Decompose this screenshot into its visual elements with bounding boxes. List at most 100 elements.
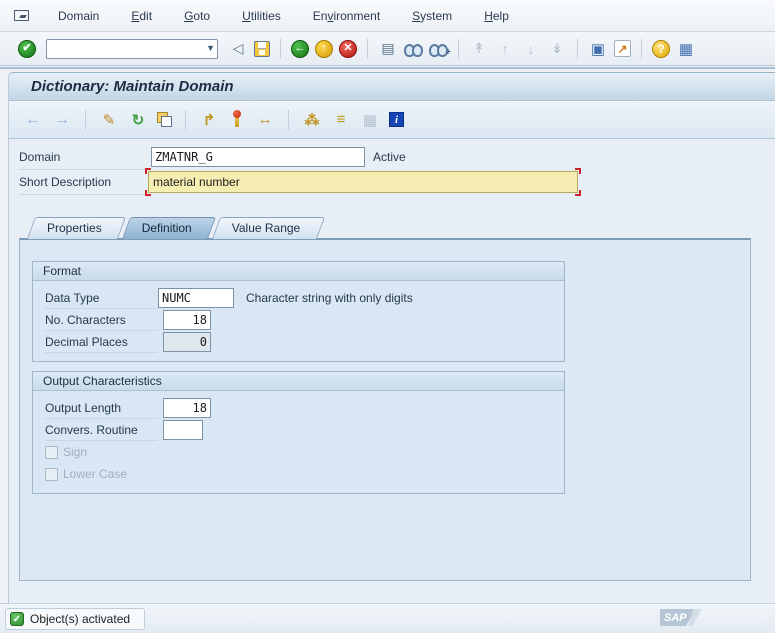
no-characters-row: No. Characters xyxy=(45,309,564,331)
last-page-icon[interactable]: ↡ xyxy=(547,40,567,57)
lower-case-checkbox xyxy=(45,467,58,481)
data-type-description: Character string with only digits xyxy=(246,291,413,305)
documentation-info-icon[interactable]: i xyxy=(389,112,404,127)
table-icon[interactable]: ▦ xyxy=(360,111,380,129)
no-characters-label: No. Characters xyxy=(45,309,158,331)
new-session-icon[interactable]: ▣ xyxy=(588,40,608,58)
menu-environment[interactable]: Environment xyxy=(310,7,383,25)
row-separator xyxy=(19,194,149,195)
back-icon[interactable]: ← xyxy=(291,39,309,58)
output-length-label: Output Length xyxy=(45,397,158,419)
divider-line xyxy=(0,67,775,69)
tab-value-range[interactable]: Value Range xyxy=(216,217,321,239)
toolbar-separator xyxy=(288,109,289,130)
format-group: Format Data Type Character string with o… xyxy=(32,261,565,362)
create-shortcut-icon[interactable]: ↗ xyxy=(614,40,631,57)
lower-case-row: Lower Case xyxy=(45,463,564,485)
success-check-icon: ✓ xyxy=(10,612,24,626)
system-menu-icon[interactable] xyxy=(14,10,29,21)
navigation-icon[interactable]: ↔ xyxy=(255,111,275,128)
short-description-label: Short Description xyxy=(19,175,112,189)
display-change-icon[interactable]: ✎ xyxy=(99,111,119,129)
output-characteristics-header: Output Characteristics xyxy=(33,372,564,391)
next-page-icon[interactable]: ↓ xyxy=(521,41,541,57)
data-type-label: Data Type xyxy=(45,287,158,309)
refresh-icon[interactable]: ↻ xyxy=(128,111,148,129)
where-used-list-icon[interactable]: ↱ xyxy=(199,111,219,129)
selection-corner xyxy=(575,168,581,174)
selection-corner xyxy=(145,168,151,174)
sign-label: Sign xyxy=(63,445,88,459)
decimal-places-row: Decimal Places xyxy=(45,331,564,353)
toolbar-separator xyxy=(280,38,281,59)
customize-layout-icon[interactable]: ▦ xyxy=(676,40,696,58)
hierarchy-display-icon[interactable]: ⁂ xyxy=(302,111,322,129)
runtime-object-icon[interactable]: ≡ xyxy=(331,111,351,128)
copy-icon[interactable] xyxy=(157,112,172,127)
no-characters-field[interactable] xyxy=(163,310,211,330)
help-icon[interactable]: ? xyxy=(652,39,670,58)
enter-icon[interactable]: ✔ xyxy=(18,39,36,58)
short-description-wrapper xyxy=(145,168,581,196)
previous-object-icon[interactable]: ← xyxy=(23,111,43,129)
menu-utilities[interactable]: Utilities xyxy=(239,7,284,25)
convers-routine-row: Convers. Routine xyxy=(45,419,564,441)
format-group-header: Format xyxy=(33,262,564,281)
status-message-text: Object(s) activated xyxy=(30,612,131,626)
tab-strip: Properties Definition Value Range xyxy=(31,217,320,239)
screen-titlebar: Dictionary: Maintain Domain xyxy=(9,73,775,101)
convers-routine-field[interactable] xyxy=(163,420,203,440)
menubar: Domain Edit Goto Utilities Environment S… xyxy=(0,0,775,32)
cancel-icon[interactable]: ✕ xyxy=(339,39,357,58)
status-bar: ✓ Object(s) activated SAP xyxy=(0,603,775,633)
command-input[interactable] xyxy=(46,38,218,59)
output-characteristics-group: Output Characteristics Output Length Con… xyxy=(32,371,565,494)
data-type-field[interactable] xyxy=(158,288,234,308)
selection-corner xyxy=(145,190,151,196)
lower-case-label: Lower Case xyxy=(63,467,128,481)
data-type-row: Data Type Character string with only dig… xyxy=(45,287,564,309)
menu-domain[interactable]: Domain xyxy=(55,7,102,25)
domain-field[interactable] xyxy=(151,147,365,167)
toolbar-separator xyxy=(641,38,642,59)
previous-page-icon[interactable]: ↑ xyxy=(495,41,515,57)
row-separator xyxy=(19,169,149,170)
command-dropdown-icon[interactable]: ▼ xyxy=(206,43,215,53)
print-icon[interactable]: ▤ xyxy=(378,40,398,57)
first-page-icon[interactable]: ↟ xyxy=(469,40,489,57)
toolbar-separator xyxy=(458,38,459,59)
activation-status: Active xyxy=(373,150,406,164)
standard-toolbar: ✔ ▼ ◁ ← ↑ ✕ ▤ + ↟ ↑ ↓ ↡ ▣ ↗ ? ▦ xyxy=(0,32,775,66)
decimal-places-label: Decimal Places xyxy=(45,331,158,353)
exit-icon[interactable]: ↑ xyxy=(315,39,333,58)
main-frame: Dictionary: Maintain Domain ← → ✎ ↻ ↱ ↔ … xyxy=(8,72,775,603)
page-title: Dictionary: Maintain Domain xyxy=(31,78,234,95)
activate-icon[interactable] xyxy=(233,110,241,127)
tab-properties[interactable]: Properties xyxy=(31,217,122,239)
menu-help[interactable]: Help xyxy=(481,7,512,25)
screen-content: Domain Active Short Description Properti… xyxy=(9,139,775,603)
menu-edit[interactable]: Edit xyxy=(128,7,155,25)
application-toolbar: ← → ✎ ↻ ↱ ↔ ⁂ ≡ ▦ i xyxy=(9,101,775,139)
menu-goto[interactable]: Goto xyxy=(181,7,213,25)
menu-system[interactable]: System xyxy=(409,7,455,25)
hide-command-field-icon[interactable]: ◁ xyxy=(228,40,248,57)
domain-label: Domain xyxy=(19,150,61,164)
toolbar-separator xyxy=(185,109,186,130)
find-icon[interactable] xyxy=(404,41,423,57)
selection-corner xyxy=(575,190,581,196)
next-object-icon[interactable]: → xyxy=(52,111,72,129)
convers-routine-label: Convers. Routine xyxy=(45,419,158,441)
toolbar-separator xyxy=(85,109,86,130)
sign-row: Sign xyxy=(45,441,564,463)
toolbar-separator xyxy=(577,38,578,59)
tab-definition[interactable]: Definition xyxy=(126,217,212,239)
output-length-field[interactable] xyxy=(163,398,211,418)
short-description-field[interactable] xyxy=(148,171,578,193)
find-next-icon[interactable]: + xyxy=(429,41,451,58)
status-message: ✓ Object(s) activated xyxy=(5,608,145,630)
sign-checkbox xyxy=(45,445,58,459)
toolbar-separator xyxy=(367,38,368,59)
decimal-places-field xyxy=(163,332,211,352)
save-icon[interactable] xyxy=(254,40,270,57)
